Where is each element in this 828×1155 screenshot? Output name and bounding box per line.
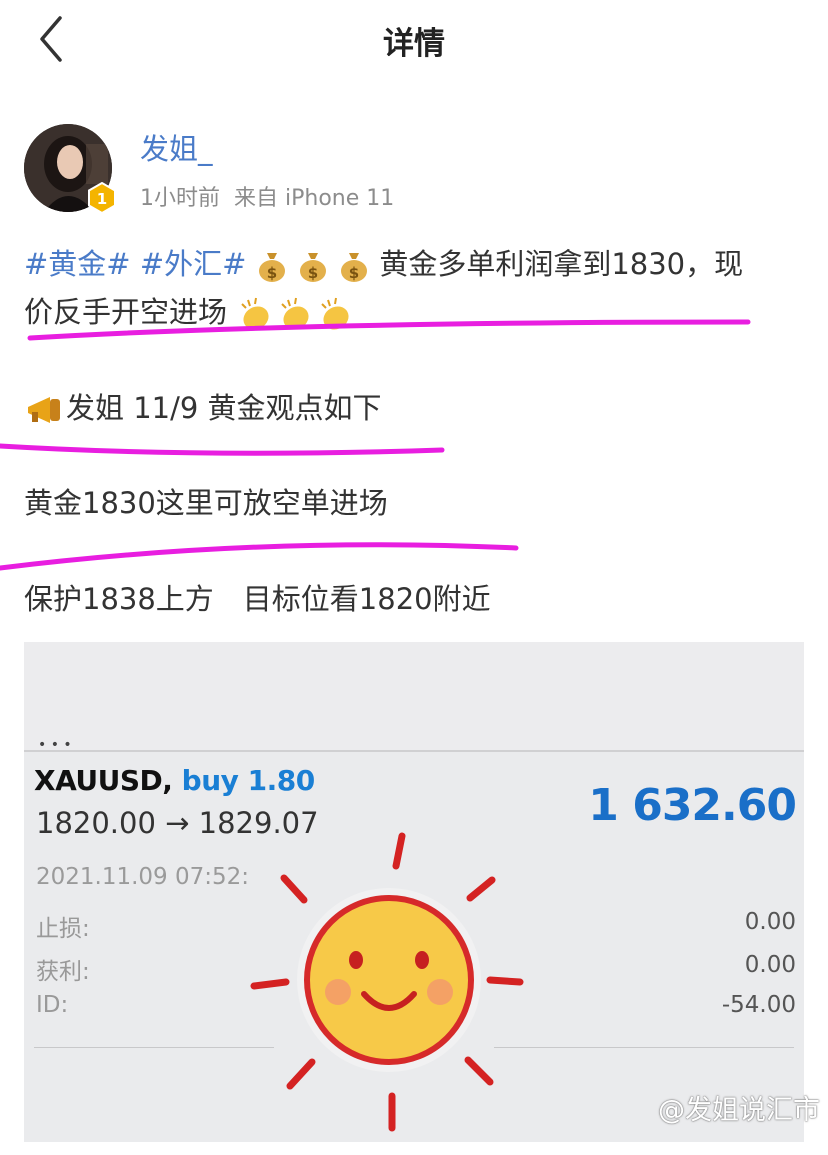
svg-text:$: $ <box>308 264 318 282</box>
post-line-2: 价反手开空进场 <box>24 289 356 332</box>
money-bag-icon: $ <box>258 253 285 282</box>
stop-loss-value: 0.00 <box>744 909 796 935</box>
level-badge-icon: 1 <box>88 182 116 214</box>
sun-sticker-icon <box>250 832 524 1132</box>
id-label: ID: <box>36 992 69 1018</box>
post-source: 来自 iPhone 11 <box>234 186 395 211</box>
post-text-3: 发姐 11/9 黄金观点如下 <box>66 391 382 425</box>
money-bag-icon: $ <box>341 253 368 282</box>
stop-loss-label: 止损: <box>36 916 90 942</box>
post-line-3: 发姐 11/9 黄金观点如下 <box>24 385 382 427</box>
username[interactable]: 发姐_ <box>140 126 213 168</box>
badge-level: 1 <box>97 190 107 208</box>
post-meta: 1小时前 来自 iPhone 11 <box>140 180 394 212</box>
clapping-hands-icon <box>321 297 349 330</box>
megaphone-icon <box>28 397 60 423</box>
money-bag-icon: $ <box>299 253 326 282</box>
trade-screenshot-card[interactable]: • • • XAUUSD, buy 1.80 1820.00 → 1829.07… <box>24 642 804 1142</box>
hashtag-gold[interactable]: #黄金# <box>24 247 131 281</box>
id-value: -54.00 <box>721 992 796 1018</box>
watermark: @发姐说汇市 <box>658 1095 820 1126</box>
post-line-1: #黄金# #外汇# $ $ $ 黄金多单利润拿到1830，现 <box>24 241 743 283</box>
page-title: 详情 <box>383 26 445 62</box>
post-text-2: 价反手开空进场 <box>24 295 228 329</box>
svg-text:$: $ <box>266 264 276 282</box>
trade-symbol: XAUUSD, <box>34 764 173 797</box>
take-profit-label: 获利: <box>36 959 90 985</box>
trade-symbol-row: XAUUSD, buy 1.80 <box>34 764 315 797</box>
post-line-4: 黄金1830这里可放空单进场 <box>24 486 388 520</box>
card-header-area <box>24 642 804 750</box>
take-profit-value: 0.00 <box>744 952 796 978</box>
clapping-hands-icon <box>281 297 309 330</box>
post-time: 1小时前 <box>140 186 220 211</box>
hashtag-forex[interactable]: #外汇# <box>140 247 247 281</box>
trade-timestamp: 2021.11.09 07:52: <box>36 864 250 890</box>
clapping-hands-icon <box>241 297 269 330</box>
trade-profit: 1 632.60 <box>588 780 797 831</box>
svg-text:$: $ <box>349 264 359 282</box>
post-line-5: 保护1838上方 目标位看1820附近 <box>24 582 491 616</box>
card-divider <box>24 750 804 752</box>
post-text-1: 黄金多单利润拿到1830，现 <box>379 247 744 281</box>
trade-side: buy 1.80 <box>181 764 316 797</box>
